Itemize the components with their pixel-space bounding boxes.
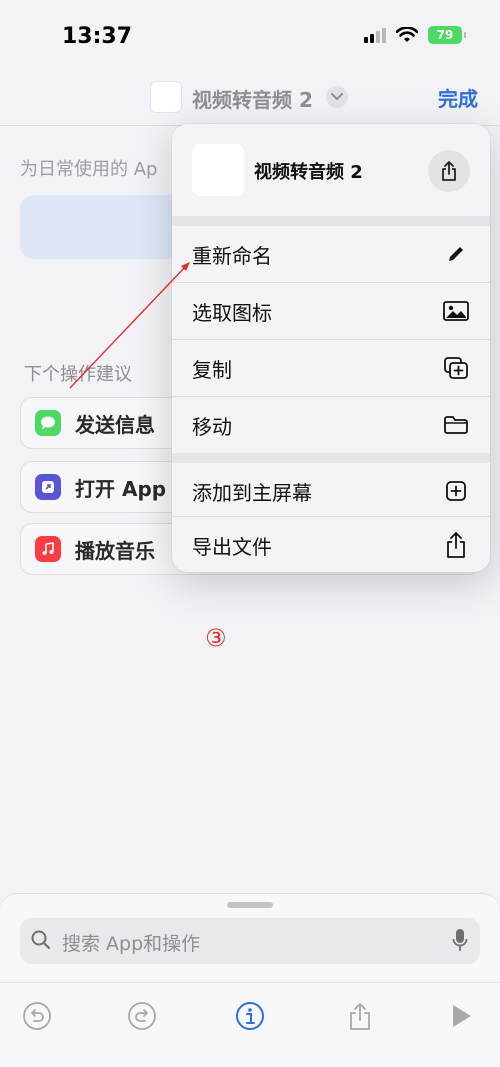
info-icon <box>236 1002 264 1030</box>
play-icon <box>453 1005 471 1027</box>
suggestion-label: 打开 App <box>75 476 167 501</box>
music-icon <box>35 536 61 562</box>
menu-item-move[interactable]: 移动 <box>172 397 490 453</box>
chevron-down-icon[interactable] <box>326 86 348 108</box>
menu-title: 视频转音频 2 <box>254 162 363 183</box>
battery-icon: 79 <box>428 26 466 44</box>
status-indicators: 79 <box>364 26 466 44</box>
share-icon <box>442 161 456 181</box>
menu-item-choose-icon[interactable]: 选取图标 <box>172 283 490 339</box>
navigation-bar: 视频转音频 2 完成 <box>0 70 500 126</box>
sheet-grabber[interactable] <box>227 902 273 908</box>
status-time: 13:37 <box>62 24 133 49</box>
open-app-icon <box>35 474 61 500</box>
shortcut-context-menu: 视频转音频 2 重新命名 选取图标 复制 移动 添加到主屏幕 导出文件 <box>172 124 490 572</box>
suggestion-label: 播放音乐 <box>75 538 155 563</box>
suggestion-label: 发送信息 <box>75 412 155 437</box>
menu-section-separator <box>172 216 490 226</box>
menu-item-label: 添加到主屏幕 <box>192 480 312 505</box>
photo-icon <box>442 297 470 325</box>
search-icon <box>31 930 51 950</box>
redo-icon <box>128 1002 156 1030</box>
undo-icon <box>23 1002 51 1030</box>
menu-section-separator <box>172 453 490 463</box>
share-shortcut-button[interactable] <box>343 999 377 1033</box>
microphone-icon[interactable] <box>452 928 468 954</box>
cellular-signal-icon <box>364 27 386 43</box>
shortcut-title[interactable]: 视频转音频 2 <box>192 84 313 113</box>
menu-item-label: 重新命名 <box>192 243 272 268</box>
pencil-icon <box>442 240 470 268</box>
done-button[interactable]: 完成 <box>438 83 478 112</box>
menu-item-label: 选取图标 <box>192 300 272 325</box>
shortcut-icon-thumbnail[interactable] <box>150 81 182 113</box>
menu-item-add-to-home-screen[interactable]: 添加到主屏幕 <box>172 463 490 519</box>
menu-item-label: 导出文件 <box>192 534 272 559</box>
menu-item-rename[interactable]: 重新命名 <box>172 226 490 282</box>
menu-header: 视频转音频 2 <box>172 124 490 216</box>
action-search-sheet: 搜索 App和操作 <box>0 893 500 1067</box>
share-button[interactable] <box>428 150 470 192</box>
add-square-icon <box>442 477 470 505</box>
status-bar: 13:37 79 <box>0 0 500 70</box>
annotation-step-number: ③ <box>205 624 227 652</box>
export-icon <box>442 531 470 559</box>
run-button[interactable] <box>444 999 478 1033</box>
shortcut-icon-preview <box>192 144 244 196</box>
editor-toolbar <box>0 983 500 1067</box>
action-card[interactable] <box>20 195 190 259</box>
info-button[interactable] <box>233 999 267 1033</box>
description-text: 为日常使用的 Ap <box>20 159 158 180</box>
share-icon <box>350 1003 370 1030</box>
folder-icon <box>442 411 470 439</box>
suggestions-header: 下个操作建议 <box>24 364 132 385</box>
menu-item-label: 复制 <box>192 357 232 382</box>
redo-button[interactable] <box>125 999 159 1033</box>
undo-button[interactable] <box>20 999 54 1033</box>
search-input[interactable]: 搜索 App和操作 <box>62 929 200 956</box>
duplicate-icon <box>442 354 470 382</box>
menu-item-label: 移动 <box>192 414 232 439</box>
messages-icon <box>35 410 61 436</box>
search-bar[interactable]: 搜索 App和操作 <box>20 918 480 964</box>
menu-item-duplicate[interactable]: 复制 <box>172 340 490 396</box>
menu-item-export-file[interactable]: 导出文件 <box>172 517 490 572</box>
wifi-icon <box>396 27 418 42</box>
